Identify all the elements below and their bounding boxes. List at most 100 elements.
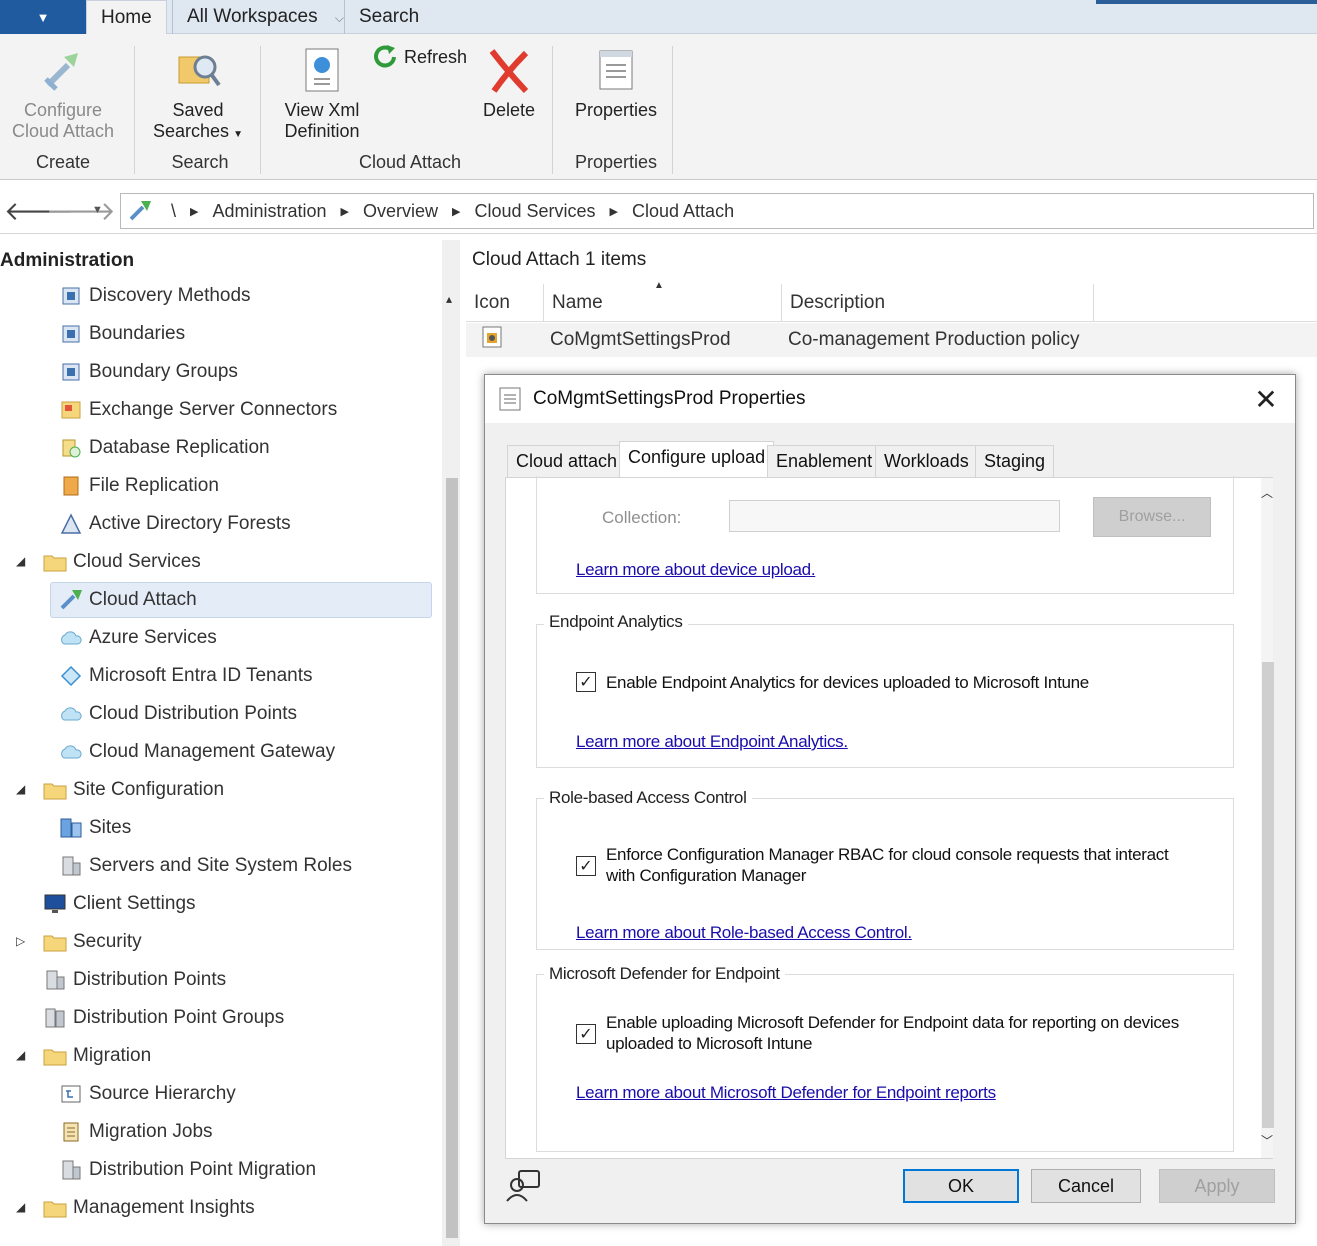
tree-item-distribution-points[interactable]: Distribution Points (42, 962, 226, 998)
file-replication-icon (58, 474, 84, 498)
tree-item-management-insights[interactable]: Management Insights (42, 1190, 255, 1226)
tree-item-file-replication[interactable]: File Replication (58, 468, 219, 504)
breadcrumb-item[interactable]: Overview (363, 201, 438, 222)
saved-searches-button[interactable]: Saved Searches ▼ (146, 34, 250, 145)
column-header-name[interactable]: Name (544, 284, 782, 322)
endpoint-analytics-title: Endpoint Analytics (544, 612, 688, 632)
scroll-down-icon[interactable]: ﹀ (1261, 1132, 1273, 1149)
collapse-arrow-icon[interactable]: ◢ (16, 1048, 25, 1062)
breadcrumb-item[interactable]: Administration (212, 201, 326, 222)
defender-checkbox-label[interactable]: Enable uploading Microsoft Defender for … (606, 1012, 1179, 1054)
view-xml-definition-button[interactable]: View Xml Definition (270, 34, 374, 142)
collection-field[interactable] (729, 500, 1060, 532)
tree-item-discovery-methods[interactable]: Discovery Methods (58, 278, 251, 314)
rbac-checkbox-label[interactable]: Enforce Configuration Manager RBAC for c… (606, 844, 1169, 886)
tree-item-client-settings[interactable]: Client Settings (42, 886, 196, 922)
rbac-link[interactable]: Learn more about Role-based Access Contr… (576, 923, 912, 943)
tree-item-servers-and-site-system-roles[interactable]: Servers and Site System Roles (58, 848, 352, 884)
tree-item-boundary-groups[interactable]: Boundary Groups (58, 354, 238, 390)
tab-workloads[interactable]: Workloads (875, 445, 978, 477)
tree-item-site-configuration[interactable]: Site Configuration (42, 772, 224, 808)
column-header-icon[interactable]: Icon (466, 284, 544, 322)
breadcrumb-separator-icon[interactable]: ▶ (341, 205, 349, 218)
tree-item-azure-services[interactable]: Azure Services (58, 620, 217, 656)
breadcrumb-root[interactable]: \ (171, 201, 176, 222)
scroll-up-icon[interactable]: ︿ (1261, 484, 1273, 501)
defender-checkbox[interactable]: ✓ (576, 1024, 596, 1044)
rbac-checkbox[interactable]: ✓ (576, 856, 596, 876)
cancel-button[interactable]: Cancel (1031, 1169, 1141, 1203)
jobs-icon (58, 1120, 84, 1144)
tree-item-label: Cloud Attach (89, 589, 197, 610)
expand-arrow-icon[interactable]: ▷ (16, 934, 25, 948)
collapse-arrow-icon[interactable]: ◢ (16, 782, 25, 796)
checkmark-icon: ✓ (579, 858, 593, 875)
configure-cloud-attach-button[interactable]: Configure Cloud Attach (4, 34, 122, 142)
tree-scrollbar-thumb[interactable] (446, 478, 458, 1238)
delete-x-icon (483, 44, 535, 96)
column-header-description[interactable]: Description (782, 284, 1094, 322)
tree-item-source-hierarchy[interactable]: Source Hierarchy (58, 1076, 236, 1112)
tree-item-distribution-point-groups[interactable]: Distribution Point Groups (42, 1000, 284, 1036)
delete-button[interactable]: Delete (476, 34, 542, 121)
tab-home[interactable]: Home (86, 0, 167, 35)
view-xml-definition-label: View Xml Definition (284, 100, 360, 141)
group-label-cloud-attach: Cloud Attach (358, 152, 462, 172)
tree-item-label: Distribution Point Migration (89, 1159, 317, 1180)
breadcrumb-separator-icon[interactable]: ▶ (610, 205, 618, 218)
tab-staging[interactable]: Staging (975, 445, 1055, 477)
device-upload-link[interactable]: Learn more about device upload. (576, 560, 816, 580)
properties-button[interactable]: Properties (564, 34, 668, 121)
defender-link[interactable]: Learn more about Microsoft Defender for … (576, 1083, 996, 1103)
tab-cloud-attach[interactable]: Cloud attach (507, 445, 627, 477)
tree-item-distribution-point-migration[interactable]: Distribution Point Migration (58, 1152, 316, 1188)
endpoint-analytics-link[interactable]: Learn more about Endpoint Analytics. (576, 732, 848, 752)
apply-button[interactable]: Apply (1159, 1169, 1275, 1203)
refresh-button[interactable]: Refresh (372, 44, 467, 70)
tree-item-cloud-services[interactable]: Cloud Services (42, 544, 201, 580)
breadcrumb-item[interactable]: Cloud Attach (632, 201, 734, 222)
chevron-down-icon: ⌵ (334, 11, 344, 25)
tree-item-active-directory-forests[interactable]: Active Directory Forests (58, 506, 291, 542)
breadcrumb-separator-icon[interactable]: ▶ (190, 205, 198, 218)
endpoint-analytics-checkbox-label[interactable]: Enable Endpoint Analytics for devices up… (606, 672, 1089, 693)
breadcrumb-item[interactable]: Cloud Services (474, 201, 595, 222)
table-row[interactable]: CoMgmtSettingsProd Co-management Product… (466, 323, 1317, 357)
tree-item-sites[interactable]: Sites (58, 810, 131, 846)
tree-item-database-replication[interactable]: Database Replication (58, 430, 270, 466)
panel-scrollbar-thumb[interactable] (1262, 662, 1274, 1128)
collapse-arrow-icon[interactable]: ◢ (16, 1200, 25, 1214)
browse-button[interactable]: Browse... (1093, 497, 1211, 537)
tree-item-label: Boundary Groups (89, 361, 238, 382)
tab-all-workspaces[interactable]: All Workspaces ⌵ (172, 0, 358, 34)
tree-item-cloud-attach[interactable]: Cloud Attach (50, 582, 432, 618)
ok-button[interactable]: OK (903, 1169, 1019, 1203)
endpoint-analytics-checkbox[interactable]: ✓ (576, 672, 596, 692)
tab-search[interactable]: Search (344, 0, 433, 34)
app-menu-button[interactable]: ▼ (0, 0, 86, 34)
dialog-titlebar: CoMgmtSettingsProd Properties ✕ (485, 375, 1295, 423)
history-dropdown-icon[interactable]: ▼ (92, 204, 103, 216)
tab-enablement[interactable]: Enablement (767, 445, 882, 477)
dialog-title: CoMgmtSettingsProd Properties (533, 388, 806, 409)
tree-item-migration-jobs[interactable]: Migration Jobs (58, 1114, 213, 1150)
title-accent-bar (1096, 0, 1317, 4)
tree-item-microsoft-entra-id-tenants[interactable]: Microsoft Entra ID Tenants (58, 658, 313, 694)
ribbon-separator (134, 46, 135, 174)
panel-scrollbar[interactable]: ︿ ﹀ (1261, 478, 1274, 1158)
breadcrumb-separator-icon[interactable]: ▶ (452, 205, 460, 218)
user-feedback-icon[interactable] (505, 1169, 541, 1208)
tree-item-migration[interactable]: Migration (42, 1038, 151, 1074)
cloud-icon (58, 626, 84, 650)
tab-configure-upload[interactable]: Configure upload (619, 441, 775, 478)
collapse-arrow-icon[interactable]: ◢ (16, 554, 25, 568)
tree-item-boundaries[interactable]: Boundaries (58, 316, 185, 352)
scroll-up-icon[interactable]: ▴ (446, 292, 452, 306)
forward-arrow-icon[interactable]: 🡒 (46, 196, 116, 227)
tree-item-cloud-management-gateway[interactable]: Cloud Management Gateway (58, 734, 335, 770)
tree-item-cloud-distribution-points[interactable]: Cloud Distribution Points (58, 696, 297, 732)
tree-item-security[interactable]: Security (42, 924, 142, 960)
cloud-attach-icon (37, 44, 89, 96)
close-icon[interactable]: ✕ (1251, 383, 1281, 416)
tree-item-exchange-server-connectors[interactable]: Exchange Server Connectors (58, 392, 337, 428)
